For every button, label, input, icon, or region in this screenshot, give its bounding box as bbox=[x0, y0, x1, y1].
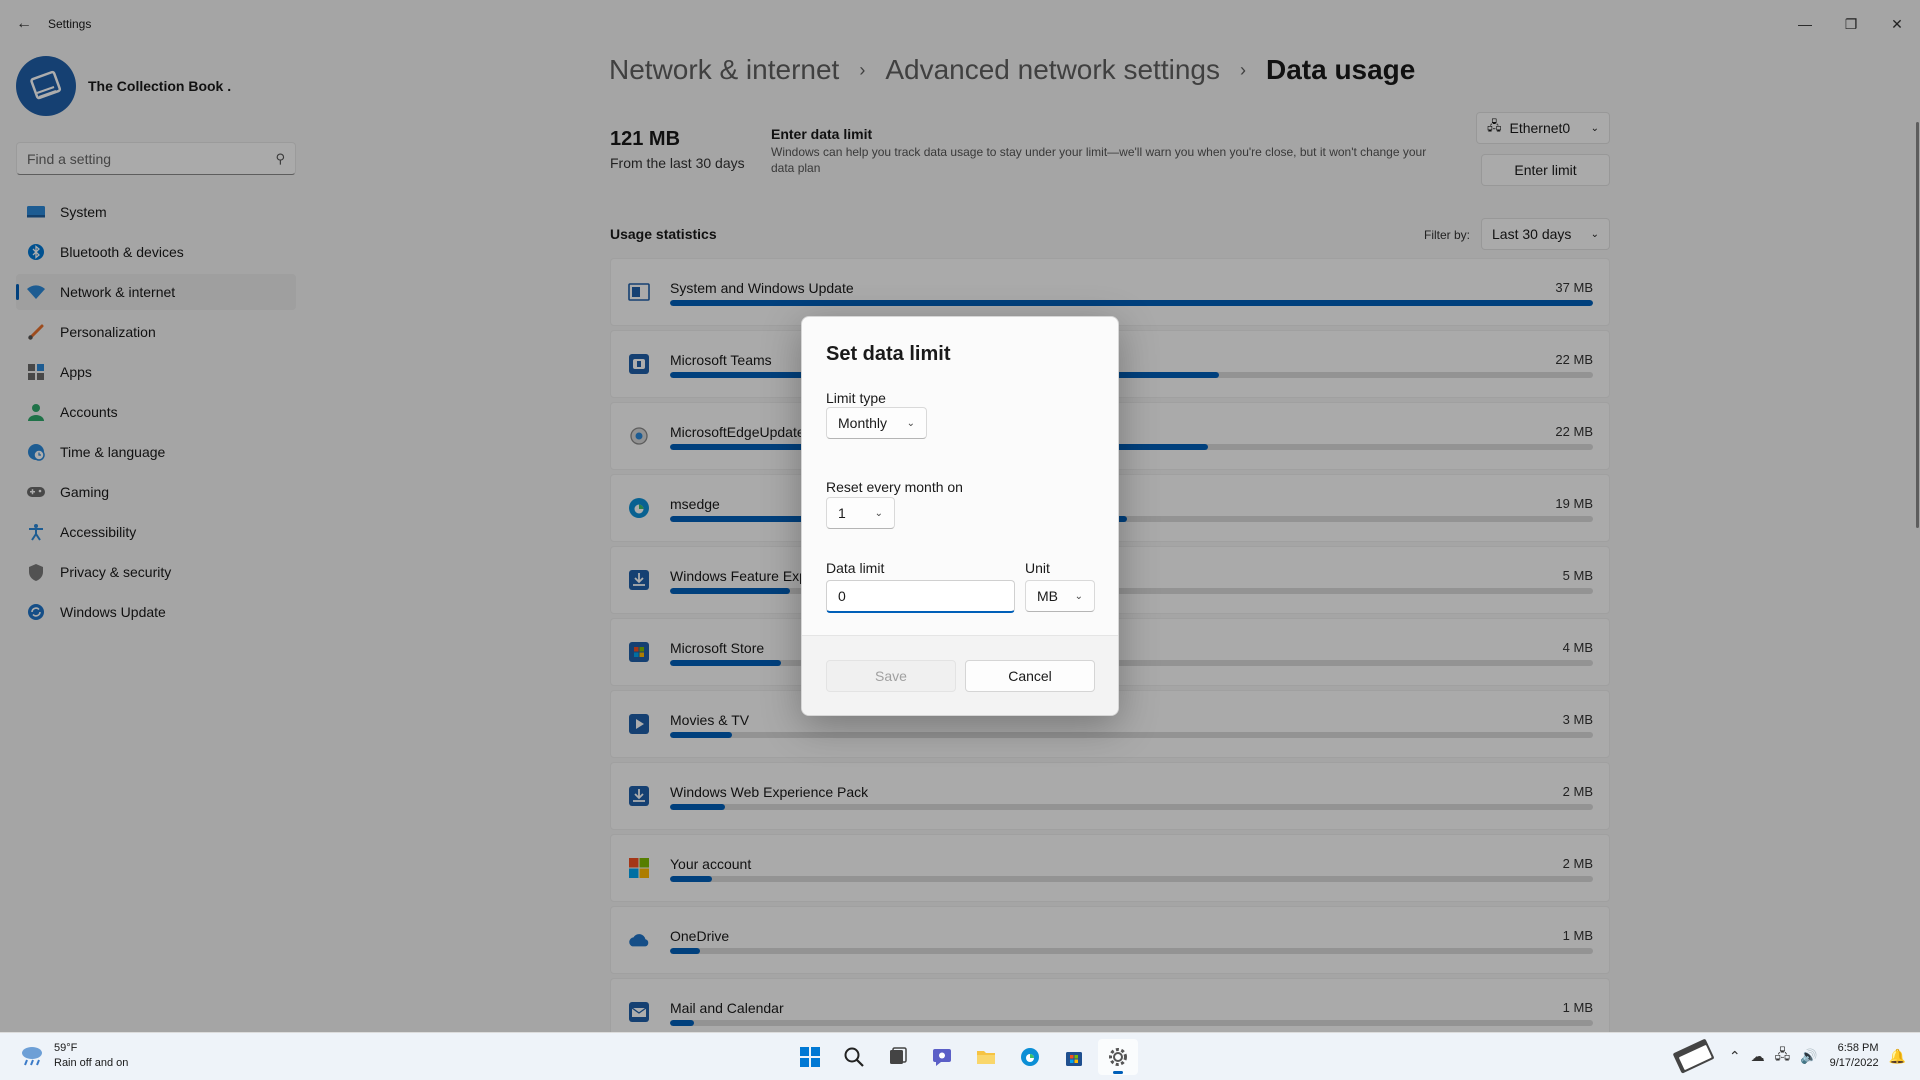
start-button[interactable] bbox=[790, 1039, 830, 1075]
edge-button[interactable] bbox=[1010, 1039, 1050, 1075]
save-button[interactable]: Save bbox=[826, 660, 956, 692]
clock-time: 6:58 PM bbox=[1837, 1042, 1879, 1054]
onedrive-cloud-icon[interactable]: ☁ bbox=[1751, 1048, 1765, 1065]
search-icon bbox=[844, 1047, 864, 1067]
chevron-up-icon[interactable]: ⌃ bbox=[1729, 1048, 1741, 1065]
data-limit-input[interactable]: 0 bbox=[826, 580, 1015, 613]
weather-widget[interactable]: 59°F Rain off and on bbox=[18, 1041, 128, 1071]
task-view-button[interactable] bbox=[878, 1039, 918, 1075]
limit-type-value: Monthly bbox=[838, 415, 888, 431]
rain-cloud-icon bbox=[22, 1047, 42, 1066]
unit-value: MB bbox=[1037, 588, 1058, 604]
dialog-footer: Save Cancel bbox=[802, 635, 1118, 715]
network-icon[interactable]: 🖧 bbox=[1775, 1044, 1791, 1068]
cancel-button[interactable]: Cancel bbox=[965, 660, 1095, 692]
taskbar-apps bbox=[790, 1039, 1142, 1075]
folder-icon bbox=[977, 1051, 995, 1064]
chevron-down-icon: ⌄ bbox=[906, 417, 915, 429]
windows-logo-icon bbox=[800, 1047, 820, 1067]
data-limit-label: Data limit bbox=[826, 560, 885, 576]
chat-icon bbox=[933, 1049, 951, 1066]
clock[interactable]: 6:58 PM 9/17/2022 bbox=[1830, 1041, 1879, 1071]
unit-label: Unit bbox=[1025, 560, 1050, 576]
reset-day-label: Reset every month on bbox=[826, 479, 963, 495]
file-explorer-button[interactable] bbox=[966, 1039, 1006, 1075]
dialog-title: Set data limit bbox=[826, 343, 951, 365]
limit-type-label: Limit type bbox=[826, 390, 886, 406]
edge-icon bbox=[1021, 1048, 1039, 1066]
data-limit-value: 0 bbox=[838, 588, 846, 604]
settings-taskbar-button[interactable] bbox=[1098, 1039, 1138, 1075]
weather-description: Rain off and on bbox=[54, 1057, 129, 1069]
chevron-down-icon: ⌄ bbox=[1074, 590, 1083, 602]
chat-button[interactable] bbox=[922, 1039, 962, 1075]
gear-icon bbox=[1109, 1048, 1127, 1066]
store-button[interactable] bbox=[1054, 1039, 1094, 1075]
store-icon bbox=[1066, 1052, 1082, 1066]
notification-bell-icon[interactable]: 🔔 bbox=[1889, 1048, 1906, 1065]
limit-type-dropdown[interactable]: Monthly ⌄ bbox=[826, 407, 927, 439]
taskbar-search-button[interactable] bbox=[834, 1039, 874, 1075]
settings-window: ← Settings — ❐ ✕ The Collection Book . ⚲… bbox=[0, 0, 1920, 1032]
task-view-icon bbox=[890, 1047, 907, 1064]
chevron-down-icon: ⌄ bbox=[874, 507, 883, 519]
set-data-limit-dialog: Set data limit Limit type Monthly ⌄ Rese… bbox=[801, 316, 1119, 716]
reset-day-dropdown[interactable]: 1 ⌄ bbox=[826, 497, 895, 529]
weather-temperature: 59°F bbox=[54, 1042, 78, 1054]
book-watermark-icon bbox=[1673, 1039, 1714, 1074]
clock-date: 9/17/2022 bbox=[1829, 1057, 1879, 1069]
reset-day-value: 1 bbox=[838, 505, 846, 521]
volume-icon[interactable]: 🔊 bbox=[1800, 1048, 1817, 1065]
taskbar: 59°F Rain off and on ⌃ ☁ 🖧 🔊 6:58 PM 9/1… bbox=[0, 1032, 1920, 1080]
system-tray: ⌃ ☁ 🖧 🔊 6:58 PM 9/17/2022 🔔 bbox=[1719, 1041, 1906, 1071]
unit-dropdown[interactable]: MB ⌄ bbox=[1025, 580, 1095, 612]
